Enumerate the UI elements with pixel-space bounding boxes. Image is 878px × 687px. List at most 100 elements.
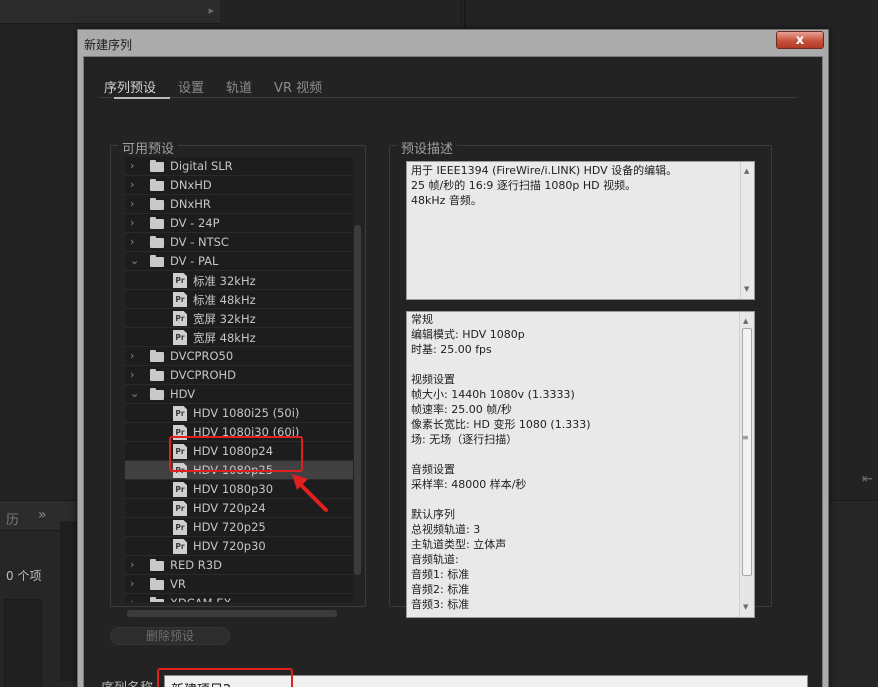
chevron-right-icon[interactable]: ›: [130, 577, 134, 590]
scroll-down-icon[interactable]: ▼: [743, 600, 748, 615]
folder-icon: [150, 578, 164, 590]
tree-preset-row[interactable]: Pr 标准 48kHz: [125, 290, 353, 309]
chevron-down-icon[interactable]: ⌄: [130, 387, 139, 400]
tab-settings[interactable]: 设置: [178, 77, 204, 99]
tab-sequence-presets[interactable]: 序列预设: [104, 77, 156, 99]
tree-folder-row[interactable]: › VR: [125, 575, 353, 594]
scroll-down-icon[interactable]: ▼: [744, 282, 749, 297]
premiere-preset-icon: Pr: [173, 406, 187, 421]
tab-tracks[interactable]: 轨道: [226, 77, 252, 99]
tree-folder-row[interactable]: › DVCPRO50: [125, 347, 353, 366]
collapse-arrow-icon[interactable]: ▸: [208, 4, 214, 17]
premiere-preset-icon: Pr: [173, 311, 187, 326]
delete-preset-button[interactable]: 删除预设: [110, 627, 230, 645]
project-bin: [4, 599, 42, 687]
expand-panel-icon[interactable]: ⇤: [862, 472, 873, 487]
premiere-preset-icon: Pr: [173, 501, 187, 516]
dialog-titlebar[interactable]: 新建序列 x: [78, 30, 828, 56]
close-button[interactable]: x: [776, 31, 824, 49]
tree-folder-row[interactable]: › RED R3D: [125, 556, 353, 575]
dialog-title: 新建序列: [84, 38, 133, 52]
tree-preset-row[interactable]: Pr 标准 32kHz: [125, 271, 353, 290]
detail-line: 时基: 25.00 fps: [411, 343, 492, 356]
tree-preset-row[interactable]: Pr HDV 720p25: [125, 518, 353, 537]
chevron-right-icon[interactable]: ›: [130, 596, 134, 602]
tree-vertical-scrollbar[interactable]: [354, 225, 361, 575]
available-presets-label: 可用预设: [118, 138, 179, 157]
red-arrow-annotation: [292, 474, 328, 512]
detail-line: 总视频轨道: 3: [411, 523, 481, 536]
tree-preset-row[interactable]: Pr HDV 1080i25 (50i): [125, 404, 353, 423]
chevron-down-icon[interactable]: ⌄: [130, 254, 139, 267]
tab-bar: 序列预设 设置 轨道 VR 视频: [104, 77, 344, 99]
details-scrollbar[interactable]: ▲ ≡ ▼: [739, 312, 754, 617]
preset-tree[interactable]: › Digital SLR › DNxHD › DNxHR › DV - 24P › DV - N…: [125, 157, 353, 602]
tree-folder-row[interactable]: ⌄ DV - PAL: [125, 252, 353, 271]
description-line: 用于 IEEE1394 (FireWire/i.LINK) HDV 设备的编辑。: [411, 164, 678, 177]
chevron-right-icon[interactable]: ›: [130, 368, 134, 381]
tree-horizontal-scrollbar[interactable]: [127, 610, 337, 617]
folder-icon: [150, 350, 164, 362]
scroll-up-icon[interactable]: ▲: [744, 164, 749, 179]
description-scrollbar[interactable]: ▲ ▼: [740, 162, 754, 299]
sequence-name-label: 序列名称: [101, 677, 153, 687]
chevron-right-icon[interactable]: ›: [130, 349, 134, 362]
new-sequence-dialog: 新建序列 x 序列预设 设置 轨道 VR 视频 可用预设 预设描述 › Digit…: [77, 29, 829, 687]
premiere-preset-icon: Pr: [173, 482, 187, 497]
chevron-right-icon[interactable]: ›: [130, 197, 134, 210]
tree-folder-row[interactable]: › DV - 24P: [125, 214, 353, 233]
tree-item-label: DV - NTSC: [170, 235, 229, 249]
chevron-right-icon[interactable]: ›: [130, 558, 134, 571]
premiere-preset-icon: Pr: [173, 292, 187, 307]
chevron-right-icon[interactable]: ›: [130, 235, 134, 248]
more-panels-icon[interactable]: »: [38, 507, 47, 523]
tree-item-label: Digital SLR: [170, 159, 233, 173]
detail-line: 采样率: 48000 样本/秒: [411, 478, 527, 491]
premiere-preset-icon: Pr: [173, 539, 187, 554]
scroll-up-icon[interactable]: ▲: [743, 314, 748, 329]
details-scroll-thumb[interactable]: [742, 328, 752, 576]
tab-vr-video[interactable]: VR 视频: [274, 77, 322, 99]
detail-line: [411, 492, 750, 507]
tree-folder-row[interactable]: › DNxHD: [125, 176, 353, 195]
tree-folder-row[interactable]: ⌄ HDV: [125, 385, 353, 404]
folder-icon: [150, 255, 164, 267]
tree-item-label: HDV 1080i25 (50i): [193, 406, 300, 420]
tree-folder-row[interactable]: › Digital SLR: [125, 157, 353, 176]
chevron-right-icon[interactable]: ›: [130, 178, 134, 191]
tree-item-label: DNxHD: [170, 178, 212, 192]
tree-folder-row[interactable]: › DV - NTSC: [125, 233, 353, 252]
detail-line: 像素长宽比: HD 变形 1080 (1.333): [411, 418, 591, 431]
tree-item-label: DV - 24P: [170, 216, 220, 230]
description-line: 25 帧/秒的 16:9 逐行扫描 1080p HD 视频。: [411, 179, 637, 192]
tree-item-label: RED R3D: [170, 558, 222, 572]
folder-icon: [150, 388, 164, 400]
tree-preset-row[interactable]: Pr HDV 720p30: [125, 537, 353, 556]
highlight-box-sequence-name: [157, 668, 293, 687]
tree-folder-row[interactable]: › XDCAM EX: [125, 594, 353, 602]
folder-icon: [150, 597, 164, 602]
tree-folder-row[interactable]: › DNxHR: [125, 195, 353, 214]
active-tab-indicator: [114, 97, 170, 99]
scroll-grip-icon: ≡: [742, 433, 749, 442]
tree-item-label: HDV 720p30: [193, 539, 266, 553]
background-panel-header: ▸: [0, 0, 220, 24]
project-panel: 历 » 0 个项: [0, 500, 80, 687]
detail-line: 音频2: 标准: [411, 583, 470, 596]
detail-line: 编辑模式: HDV 1080p: [411, 328, 525, 341]
description-line: 48kHz 音频。: [411, 194, 482, 207]
folder-icon: [150, 236, 164, 248]
chevron-right-icon[interactable]: ›: [130, 159, 134, 172]
tree-preset-row[interactable]: Pr 宽屏 48kHz: [125, 328, 353, 347]
close-icon: x: [795, 32, 805, 48]
tree-preset-row[interactable]: Pr 宽屏 32kHz: [125, 309, 353, 328]
tree-item-label: HDV 1080p30: [193, 482, 274, 496]
detail-line: 音频设置: [411, 463, 455, 476]
detail-line: 视频设置: [411, 373, 455, 386]
detail-line: 音频1: 标准: [411, 568, 470, 581]
folder-icon: [150, 217, 164, 229]
tree-folder-row[interactable]: › DVCPROHD: [125, 366, 353, 385]
history-tab[interactable]: 历: [6, 509, 19, 528]
chevron-right-icon[interactable]: ›: [130, 216, 134, 229]
tree-item-label: 宽屏 48kHz: [193, 331, 256, 345]
